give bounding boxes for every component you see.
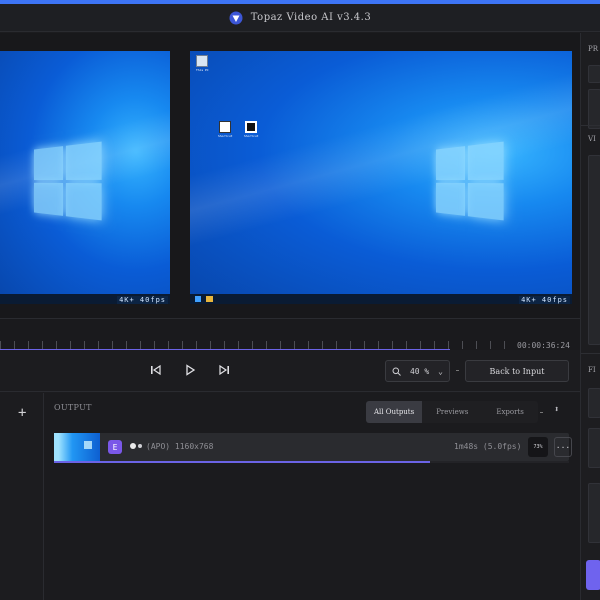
timecode: 00:00:36:24 <box>517 341 570 350</box>
sort-icon[interactable]: ⬍ <box>554 405 559 415</box>
model-badge: E <box>108 440 122 454</box>
step-forward-button[interactable] <box>216 362 232 378</box>
preview-viewer: 4K+ 40fps This PC Shortcut Shortcut 4K+ … <box>0 33 580 318</box>
watermark: 4K+ 40fps <box>519 296 570 304</box>
output-progress-fill <box>54 461 430 463</box>
start-icon <box>195 296 201 302</box>
chevron-down-icon: ⌄ <box>438 366 443 376</box>
zoom-select[interactable]: 40 % ⌄ <box>385 360 450 382</box>
output-panel: OUTPUT All Outputs Previews Exports ⬍ E … <box>44 393 580 600</box>
panel-heading-pr: PR <box>588 45 598 53</box>
progress-percent: 73% <box>528 437 548 457</box>
taskbar <box>190 294 572 304</box>
output-row[interactable]: E (APO) 1160x768 1m48s (5.0fps) 73% ··· <box>54 433 572 461</box>
panel-field[interactable] <box>588 155 600 345</box>
folder-icon <box>206 296 213 302</box>
back-to-input-button[interactable]: Back to Input <box>465 360 569 382</box>
app-title: Topaz Video AI v3.4.3 <box>250 12 372 23</box>
app-shortcut-icon: Shortcut <box>218 121 232 138</box>
output-preview-frame[interactable]: This PC Shortcut Shortcut 4K+ 40fps <box>190 51 572 304</box>
panel-heading-fi: FI <box>588 366 596 374</box>
panel-field[interactable] <box>588 65 600 83</box>
input-sidebar: + <box>0 393 44 600</box>
zoom-icon <box>392 367 401 376</box>
panel-field[interactable] <box>588 483 600 543</box>
panel-field[interactable] <box>588 388 600 418</box>
right-settings-panel: PR VI FI <box>580 33 600 600</box>
panel-field[interactable] <box>588 89 600 129</box>
input-preview-frame[interactable]: 4K+ 40fps <box>0 51 170 304</box>
play-button[interactable] <box>182 362 198 378</box>
tab-previews[interactable]: Previews <box>422 401 483 423</box>
this-pc-icon: This PC <box>196 55 209 72</box>
transport-bar: 40 % ⌄ Back to Input <box>0 350 580 392</box>
play-icon <box>186 364 196 376</box>
step-back-icon <box>151 364 161 376</box>
output-eta: 1m48s (5.0fps) <box>454 442 522 451</box>
output-heading: OUTPUT <box>54 403 92 412</box>
timeline[interactable]: 00:00:36:24 <box>0 318 580 351</box>
more-options-button[interactable]: ··· <box>554 437 572 457</box>
watermark: 4K+ 40fps <box>117 296 168 304</box>
step-back-button[interactable] <box>148 362 164 378</box>
tab-all-outputs[interactable]: All Outputs <box>366 401 423 423</box>
tab-exports[interactable]: Exports <box>482 401 538 423</box>
zoom-value: 40 % <box>409 366 430 376</box>
export-button[interactable] <box>586 560 600 590</box>
panel-field[interactable] <box>588 428 600 468</box>
panel-heading-vi: VI <box>588 135 596 143</box>
step-forward-icon <box>219 364 229 376</box>
qr-shortcut-icon: Shortcut <box>244 121 258 138</box>
compare-toggle-icon[interactable] <box>130 443 142 449</box>
output-settings: (APO) 1160x768 <box>146 442 214 451</box>
add-icon[interactable]: + <box>18 405 26 421</box>
topaz-logo-icon <box>229 11 243 24</box>
output-thumbnail <box>54 433 100 461</box>
windows-logo-icon <box>435 141 504 221</box>
windows-logo-icon <box>33 141 102 221</box>
timeline-ticks <box>0 341 510 349</box>
output-progress-bar <box>54 461 569 463</box>
output-tabs: All Outputs Previews Exports <box>366 401 538 423</box>
title-bar: Topaz Video AI v3.4.3 <box>0 4 600 32</box>
